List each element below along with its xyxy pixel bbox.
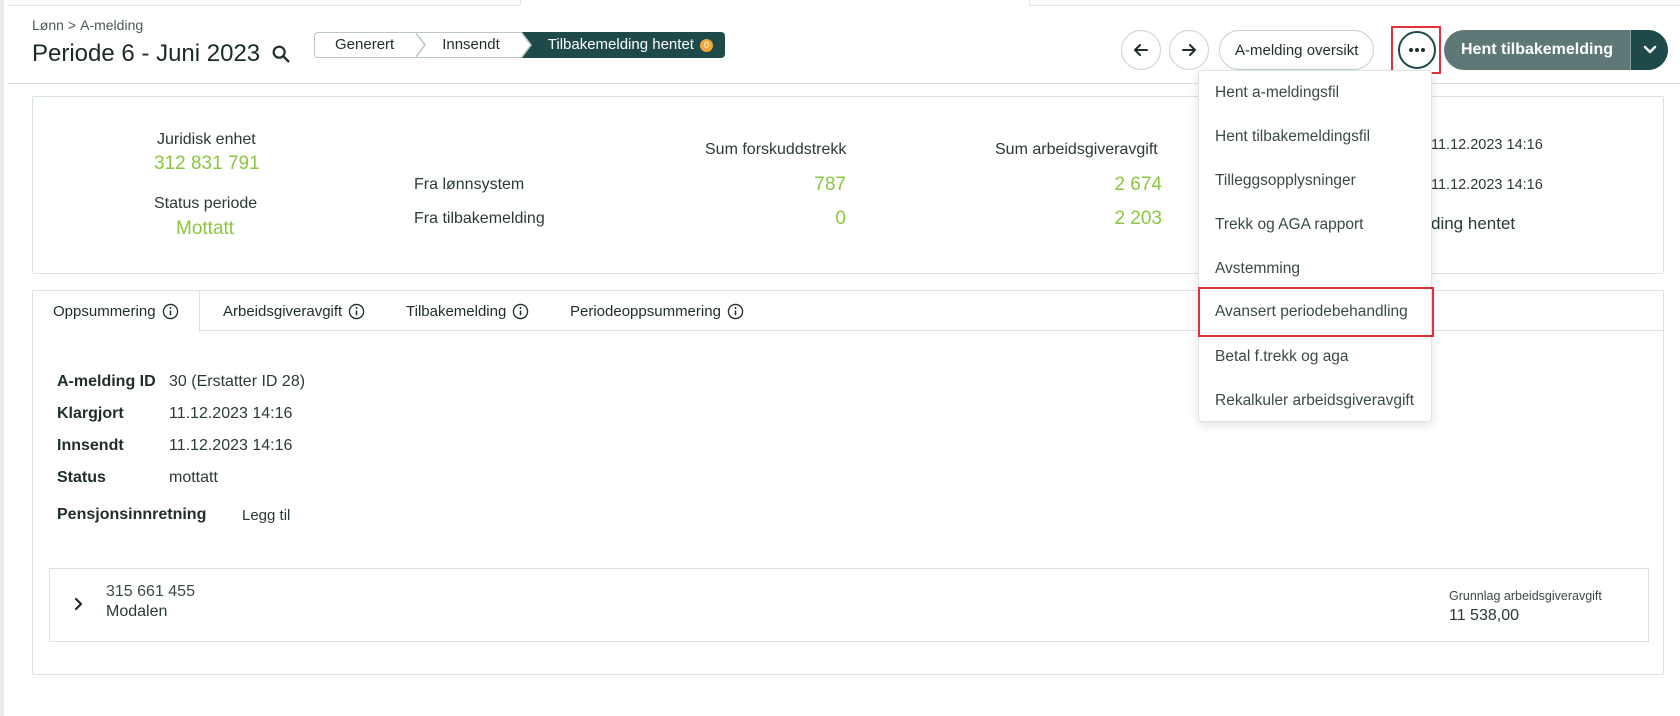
a-melding-id-label: A-melding ID <box>57 373 156 390</box>
previous-period-button[interactable] <box>1121 30 1161 70</box>
status-stepper: Generert Innsendt Tilbakemelding hentet … <box>314 32 725 58</box>
column-forskuddstrekk: Sum forskuddstrekk <box>705 141 847 158</box>
app-canvas: Lønn > A-melding Periode 6 - Juni 2023 G… <box>0 0 1680 716</box>
pensjon-label: Pensjonsinnretning <box>57 506 207 523</box>
klargjort-label: Klargjort <box>57 405 124 422</box>
org-name: Modalen <box>106 603 168 620</box>
info-icon <box>727 303 744 319</box>
right-status-text: ding hentet <box>1431 214 1516 233</box>
menu-item-hent-tilbakemeldingsfil[interactable]: Hent tilbakemeldingsfil <box>1199 115 1431 159</box>
more-button-highlight <box>1391 26 1441 74</box>
legal-entity-label: Juridisk enhet <box>157 131 256 148</box>
arrow-right-icon <box>1182 44 1196 56</box>
more-options-menu: Hent a-meldingsfil Hent tilbakemeldingsf… <box>1198 70 1434 423</box>
step-label: Innsendt <box>442 36 500 53</box>
submitted-date: 11.12.2023 14:16 <box>1431 137 1543 153</box>
page-title: Periode 6 - Juni 2023 <box>32 40 261 67</box>
column-arbeidsgiveravgift: Sum arbeidsgiveravgift <box>995 141 1158 158</box>
step-arrow <box>415 32 427 58</box>
breadcrumb-root[interactable]: Lønn <box>32 17 64 33</box>
search-icon[interactable] <box>270 43 292 65</box>
row-from-payroll-forskudd: 787 <box>814 174 846 195</box>
a-melding-id-value: 30 (Erstatter ID 28) <box>169 373 306 390</box>
org-row[interactable]: 315 661 455 Modalen Grunnlag arbeidsgive… <box>49 568 1649 642</box>
more-options-button[interactable] <box>1398 31 1436 69</box>
page-title-row: Periode 6 - Juni 2023 <box>32 40 292 68</box>
info-icon <box>348 303 365 319</box>
innsendt-label: Innsendt <box>57 437 124 454</box>
menu-item-betal-ftrekk-aga[interactable]: Betal f.trekk og aga <box>1199 335 1431 379</box>
innsendt-value: 11.12.2023 14:16 <box>169 437 293 454</box>
menu-item-avansert-periodebehandling[interactable]: Avansert periodebehandling <box>1198 287 1434 337</box>
row-from-feedback-forskudd: 0 <box>835 208 846 229</box>
step-submitted: Innsendt <box>416 32 532 58</box>
a-melding-overview-button[interactable]: A-melding oversikt <box>1219 30 1375 70</box>
step-label: Tilbakemelding hentet <box>547 36 694 53</box>
tab-oppsummering[interactable]: Oppsummering <box>33 291 200 332</box>
status-period-value: Mottatt <box>176 218 235 239</box>
menu-item-avstemming[interactable]: Avstemming <box>1199 247 1431 291</box>
tab-label: Tilbakemelding <box>406 302 507 320</box>
chevron-right-icon[interactable] <box>74 597 84 611</box>
menu-item-rekalkuler-aga[interactable]: Rekalkuler arbeidsgiveravgift <box>1199 379 1431 423</box>
status-badge: 0 <box>699 38 713 52</box>
tab-tilbakemelding[interactable]: Tilbakemelding <box>386 291 549 331</box>
more-dots-icon <box>1409 48 1425 52</box>
fetch-feedback-button[interactable]: Hent tilbakemelding <box>1444 30 1630 70</box>
tab-arbeidsgiveravgift[interactable]: Arbeidsgiveravgift <box>203 291 385 331</box>
menu-item-hent-a-meldingsfil[interactable]: Hent a-meldingsfil <box>1199 71 1431 115</box>
klargjort-value: 11.12.2023 14:16 <box>169 405 293 422</box>
legal-entity-value: 312 831 791 <box>154 153 260 174</box>
info-icon <box>513 303 529 319</box>
tab-label: Oppsummering <box>53 303 156 320</box>
grunnlag-label: Grunnlag arbeidsgiveravgift <box>1449 589 1602 603</box>
add-pension-link[interactable]: Legg til <box>242 507 290 524</box>
status-period-label: Status periode <box>154 195 258 212</box>
step-arrow <box>520 32 532 58</box>
status-value: mottatt <box>169 469 218 486</box>
row-from-payroll-label: Fra lønnsystem <box>414 176 525 193</box>
arrow-left-icon <box>1134 44 1148 56</box>
step-feedback-fetched: Tilbakemelding hentet 0 <box>521 32 725 58</box>
tab-label: Periodeoppsummering <box>570 302 721 320</box>
tab-periodeoppsummering[interactable]: Periodeoppsummering <box>550 291 764 331</box>
row-from-payroll-aga: 2 674 <box>1114 174 1162 195</box>
status-label: Status <box>57 469 106 486</box>
org-number: 315 661 455 <box>106 583 195 600</box>
step-generated: Generert <box>314 32 427 58</box>
grunnlag-value: 11 538,00 <box>1449 607 1519 624</box>
row-from-feedback-label: Fra tilbakemelding <box>414 210 545 227</box>
received-date: 11.12.2023 14:16 <box>1431 177 1543 193</box>
breadcrumb: Lønn > A-melding <box>32 17 143 33</box>
info-icon <box>162 303 178 320</box>
step-label: Generert <box>335 36 395 53</box>
breadcrumb-current[interactable]: A-melding <box>80 17 143 33</box>
menu-item-trekk-aga-rapport[interactable]: Trekk og AGA rapport <box>1199 203 1431 247</box>
next-period-button[interactable] <box>1169 30 1209 70</box>
fetch-feedback-split-button: Hent tilbakemelding <box>1444 30 1668 70</box>
tab-label: Arbeidsgiveravgift <box>223 302 343 320</box>
chevron-down-icon <box>1643 45 1656 54</box>
row-from-feedback-aga: 2 203 <box>1114 208 1162 229</box>
breadcrumb-separator: > <box>67 17 77 33</box>
menu-item-tilleggsopplysninger[interactable]: Tilleggsopplysninger <box>1199 159 1431 203</box>
fetch-feedback-dropdown-toggle[interactable] <box>1630 30 1668 70</box>
